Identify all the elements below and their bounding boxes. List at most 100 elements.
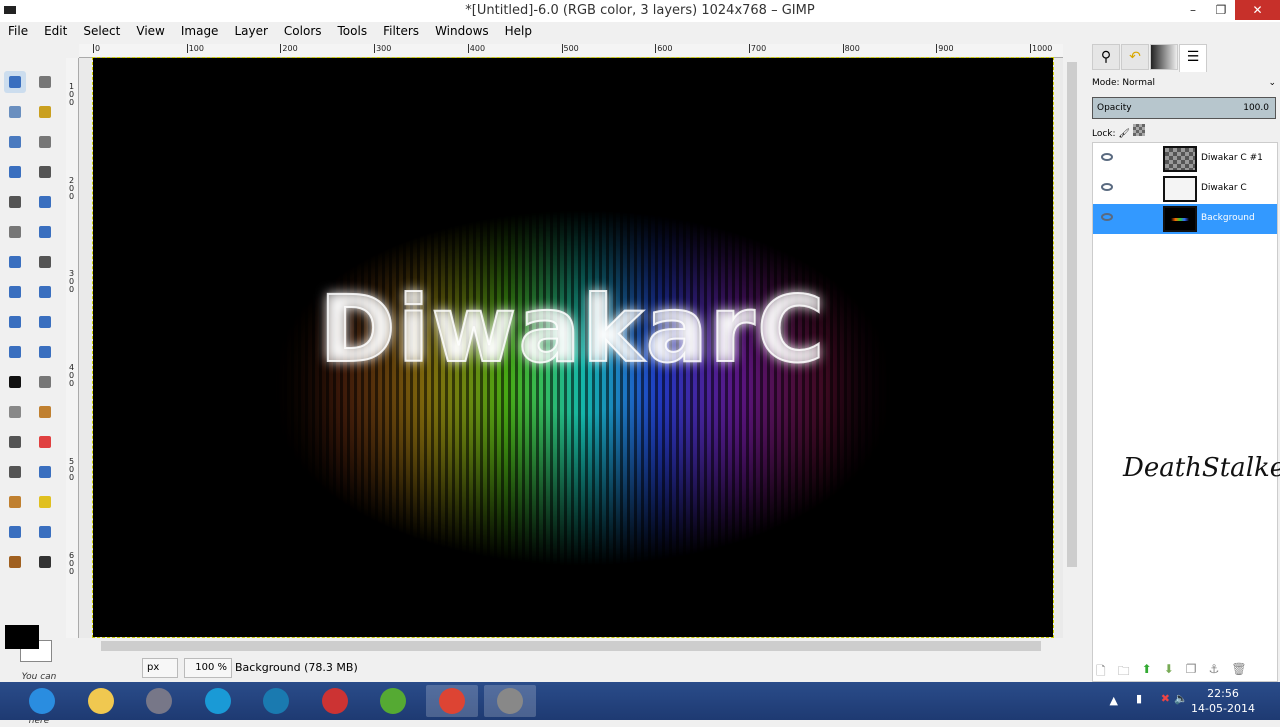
- rect-select-tool-icon[interactable]: [4, 71, 26, 93]
- shear-tool-icon[interactable]: [4, 311, 26, 333]
- opacity-label: Opacity: [1097, 103, 1132, 113]
- menu-select[interactable]: Select: [75, 22, 128, 42]
- taskbar-music-app[interactable]: [367, 685, 419, 717]
- menu-colors[interactable]: Colors: [276, 22, 330, 42]
- color-picker-tool-icon[interactable]: [4, 191, 26, 213]
- ellipse-select-tool-icon[interactable]: [34, 71, 56, 93]
- scroll-thumb[interactable]: [101, 641, 1041, 651]
- layer-row[interactable]: Background: [1093, 204, 1277, 234]
- crop-tool-icon[interactable]: [34, 251, 56, 273]
- taskbar-movie-maker[interactable]: [250, 685, 302, 717]
- menu-windows[interactable]: Windows: [427, 22, 497, 42]
- opacity-slider[interactable]: Opacity 100.0: [1092, 97, 1276, 119]
- taskbar-chrome[interactable]: [425, 685, 478, 717]
- unit-select[interactable]: px: [142, 658, 178, 678]
- new-layer-icon[interactable]: 🗋: [1096, 662, 1106, 683]
- horizontal-scrollbar[interactable]: [79, 638, 1063, 654]
- dodge-burn-tool-icon[interactable]: [34, 551, 56, 573]
- tab-undo-history[interactable]: ↶: [1121, 44, 1149, 70]
- eraser-tool-icon[interactable]: [34, 431, 56, 453]
- scale-tool-icon[interactable]: [34, 281, 56, 303]
- taskbar-internet-explorer[interactable]: [16, 685, 68, 717]
- menu-help[interactable]: Help: [497, 22, 540, 42]
- perspective-tool-icon[interactable]: [34, 311, 56, 333]
- ink-tool-icon[interactable]: [34, 461, 56, 483]
- text-tool-icon[interactable]: [4, 371, 26, 393]
- anchor-icon[interactable]: ⚓: [1209, 662, 1220, 683]
- vertical-ruler[interactable]: 100 200 300 400 500 600: [66, 58, 79, 638]
- taskbar-control-panel[interactable]: [133, 685, 185, 717]
- scissors-tool-icon[interactable]: [34, 131, 56, 153]
- lock-alpha-icon[interactable]: [1132, 124, 1145, 136]
- layer-row[interactable]: Diwakar C #1: [1093, 144, 1277, 174]
- heal-tool-icon[interactable]: [34, 491, 56, 513]
- align-tool-icon[interactable]: [4, 251, 26, 273]
- airbrush-tool-icon[interactable]: [4, 461, 26, 483]
- bucket-fill-tool-icon[interactable]: [34, 371, 56, 393]
- zoom-tool-icon[interactable]: [34, 191, 56, 213]
- image-canvas[interactable]: DiwakarC: [92, 57, 1054, 638]
- menu-image[interactable]: Image: [173, 22, 227, 42]
- taskbar-media-center[interactable]: [192, 685, 244, 717]
- opacity-value[interactable]: 100.0: [1243, 98, 1269, 118]
- smudge-tool-icon[interactable]: [4, 551, 26, 573]
- close-button[interactable]: ✕: [1235, 0, 1280, 20]
- chevron-down-icon[interactable]: ⌄: [1268, 74, 1276, 92]
- perspective-clone-tool-icon[interactable]: [4, 521, 26, 543]
- free-select-tool-icon[interactable]: [4, 101, 26, 123]
- pencil-tool-icon[interactable]: [34, 401, 56, 423]
- fuzzy-select-tool-icon[interactable]: [34, 101, 56, 123]
- eye-icon[interactable]: [1101, 153, 1113, 161]
- ruler-label: 300: [69, 269, 75, 295]
- ruler-label: 200: [280, 44, 298, 53]
- scroll-thumb[interactable]: [1067, 62, 1077, 567]
- eye-icon[interactable]: [1101, 183, 1113, 191]
- network-icon[interactable]: ✖: [1161, 692, 1170, 705]
- fg-bg-color-swatch[interactable]: [5, 625, 39, 649]
- select-by-color-tool-icon[interactable]: [4, 131, 26, 153]
- mode-select[interactable]: Mode: Normal ⌄: [1092, 74, 1278, 92]
- menu-file[interactable]: File: [0, 22, 36, 42]
- measure-tool-icon[interactable]: [4, 221, 26, 243]
- tray-expand-icon[interactable]: ▲: [1110, 694, 1118, 707]
- maximize-button[interactable]: ❐: [1207, 0, 1235, 20]
- gimp-system-icon[interactable]: [4, 6, 16, 14]
- duplicate-layer-icon[interactable]: ❐: [1186, 662, 1197, 683]
- menu-tools[interactable]: Tools: [330, 22, 376, 42]
- foreground-select-tool-icon[interactable]: [4, 161, 26, 183]
- cage-tool-icon[interactable]: [34, 341, 56, 363]
- vertical-scrollbar[interactable]: [1063, 58, 1081, 638]
- horizontal-ruler[interactable]: 0 100 200 300 400 500 600 700 800 900 1000: [79, 44, 1063, 58]
- taskbar-gimp[interactable]: [484, 685, 536, 717]
- blur-tool-icon[interactable]: [34, 521, 56, 543]
- menu-edit[interactable]: Edit: [36, 22, 75, 42]
- blend-tool-icon[interactable]: [4, 401, 26, 423]
- taskbar-audio-app[interactable]: [309, 685, 361, 717]
- volume-icon[interactable]: 🔈: [1174, 692, 1188, 705]
- raise-layer-icon[interactable]: ⬆: [1142, 662, 1152, 683]
- flip-tool-icon[interactable]: [4, 341, 26, 363]
- ink-glyph: [39, 466, 51, 478]
- menu-layer[interactable]: Layer: [226, 22, 275, 42]
- clone-tool-icon[interactable]: [4, 491, 26, 513]
- delete-layer-icon[interactable]: 🗑: [1231, 662, 1246, 683]
- clock[interactable]: 22:56 14-05-2014: [1188, 686, 1258, 716]
- lock-pixels-icon[interactable]: 🖌: [1118, 129, 1129, 139]
- layer-row[interactable]: Diwakar C: [1093, 174, 1277, 204]
- zoom-select[interactable]: 100 %: [184, 658, 232, 678]
- tab-gradients[interactable]: [1150, 44, 1178, 70]
- move-tool-icon[interactable]: [34, 221, 56, 243]
- minimize-button[interactable]: –: [1179, 0, 1207, 20]
- rotate-tool-icon[interactable]: [4, 281, 26, 303]
- tab-tool-options[interactable]: ⚲: [1092, 44, 1120, 70]
- menu-filters[interactable]: Filters: [375, 22, 427, 42]
- battery-icon[interactable]: ▮: [1136, 692, 1142, 705]
- eye-icon[interactable]: [1101, 213, 1113, 221]
- menu-view[interactable]: View: [128, 22, 172, 42]
- new-group-icon[interactable]: 🗀: [1118, 662, 1130, 683]
- tab-layers[interactable]: ☰: [1179, 44, 1207, 72]
- lower-layer-icon[interactable]: ⬇: [1164, 662, 1174, 683]
- paintbrush-tool-icon[interactable]: [4, 431, 26, 453]
- paths-tool-icon[interactable]: [34, 161, 56, 183]
- taskbar-file-explorer[interactable]: [75, 685, 127, 717]
